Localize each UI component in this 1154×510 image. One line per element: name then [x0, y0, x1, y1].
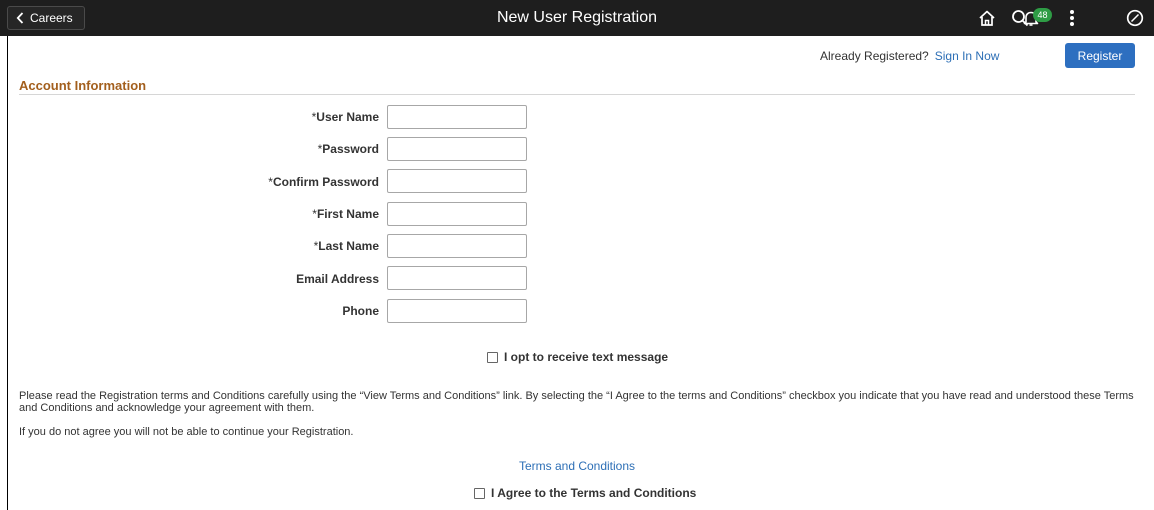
- agree-terms-checkbox[interactable]: [474, 487, 485, 499]
- home-icon[interactable]: [976, 6, 998, 30]
- confirm-password-label: *Confirm Password: [268, 175, 379, 189]
- confirm-password-input[interactable]: [387, 169, 527, 193]
- navbar-compass-icon[interactable]: [1124, 6, 1146, 30]
- user-name-input[interactable]: [387, 105, 527, 129]
- text-message-label: I opt to receive text message: [504, 350, 669, 364]
- password-label: *Password: [317, 142, 379, 156]
- register-button[interactable]: Register: [1065, 43, 1135, 68]
- phone-label: Phone: [342, 304, 379, 318]
- terms-and-conditions-link[interactable]: Terms and Conditions: [519, 459, 635, 473]
- more-options-icon[interactable]: [1065, 6, 1079, 30]
- terms-instructions-text: Please read the Registration terms and C…: [19, 390, 1134, 414]
- sign-in-prompt: Already Registered? Sign In Now: [820, 49, 999, 63]
- section-divider: [19, 94, 1135, 95]
- agree-terms-row[interactable]: I Agree to the Terms and Conditions: [474, 486, 696, 500]
- last-name-input[interactable]: [387, 234, 527, 258]
- phone-input[interactable]: [387, 299, 527, 323]
- agree-terms-label: I Agree to the Terms and Conditions: [491, 486, 697, 500]
- email-address-label: Email Address: [296, 272, 379, 286]
- back-button-label: Careers: [30, 11, 73, 25]
- account-information-heading: Account Information: [19, 78, 147, 93]
- left-border: [7, 36, 8, 510]
- text-message-checkbox[interactable]: [487, 351, 498, 363]
- first-name-input[interactable]: [387, 202, 527, 226]
- password-input[interactable]: [387, 137, 527, 161]
- notification-count-badge: 48: [1033, 8, 1052, 22]
- back-button[interactable]: Careers: [7, 6, 85, 30]
- sign-in-now-link[interactable]: Sign In Now: [935, 49, 1000, 63]
- email-address-input[interactable]: [387, 266, 527, 290]
- last-name-label: *Last Name: [313, 239, 379, 253]
- first-name-label: *First Name: [312, 207, 379, 221]
- terms-link-row: Terms and Conditions: [0, 459, 1154, 473]
- already-registered-text: Already Registered?: [820, 49, 929, 63]
- terms-warning-text: If you do not agree you will not be able…: [19, 426, 354, 438]
- chevron-left-icon: [16, 12, 24, 24]
- top-navigation-bar: Careers New User Registration 48: [0, 0, 1154, 36]
- text-message-opt-in[interactable]: I opt to receive text message: [487, 350, 668, 364]
- user-name-label: *User Name: [311, 110, 379, 124]
